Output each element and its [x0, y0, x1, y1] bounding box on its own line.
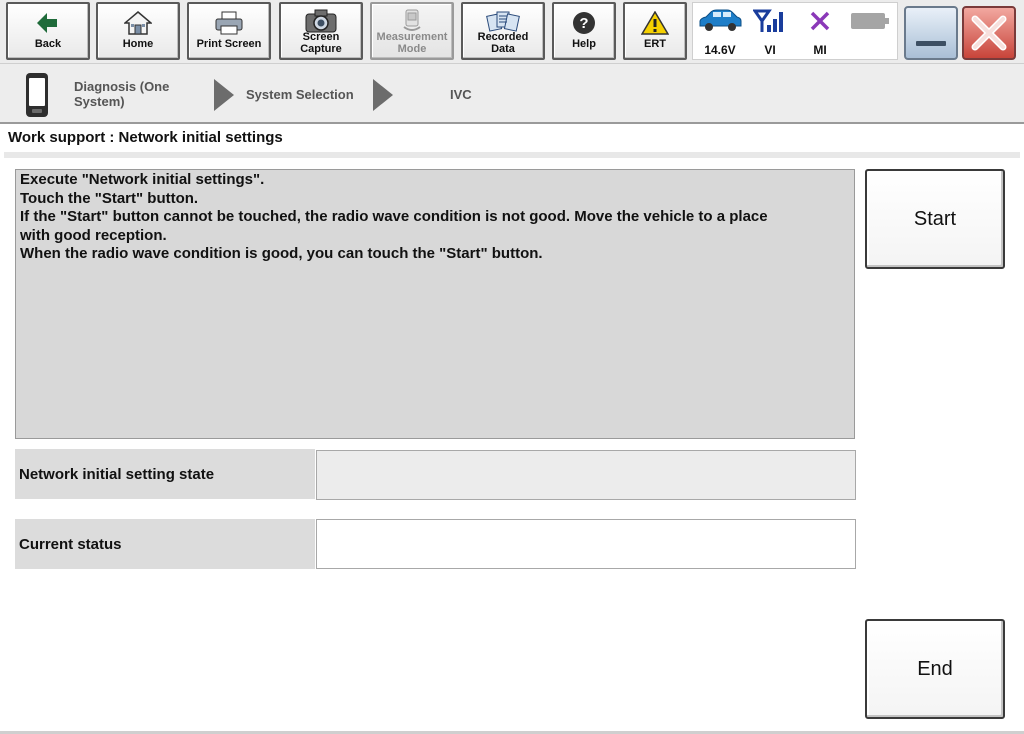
- message-line: If the "Start" button cannot be touched,…: [20, 208, 768, 226]
- message-line: When the radio wave condition is good, y…: [20, 245, 543, 263]
- home-button[interactable]: Home: [96, 2, 180, 60]
- back-button[interactable]: Back: [6, 2, 90, 60]
- toolbar: Back Home Print Screen Screen Capture Me…: [0, 0, 1024, 64]
- page-title: Work support : Network initial settings: [8, 129, 283, 146]
- help-button[interactable]: ? Help: [552, 2, 616, 60]
- breadcrumb-step-diagnosis[interactable]: Diagnosis (One System): [74, 79, 169, 109]
- network-state-label: Network initial setting state: [15, 449, 315, 499]
- recorded-data-icon: [463, 8, 543, 34]
- back-arrow-icon: [8, 10, 88, 36]
- home-icon: [98, 10, 178, 36]
- print-screen-button[interactable]: Print Screen: [187, 2, 271, 60]
- mi-x-icon: [795, 7, 845, 35]
- home-label: Home: [122, 38, 154, 50]
- breadcrumb-step-system-selection[interactable]: System Selection: [246, 87, 354, 102]
- close-button[interactable]: [962, 6, 1016, 60]
- instruction-message: Execute "Network initial settings". Touc…: [15, 169, 855, 439]
- network-state-field: [316, 450, 856, 500]
- battery-voltage-status: 14.6V: [695, 7, 745, 59]
- vi-label: VI: [764, 43, 776, 57]
- print-screen-label: Print Screen: [196, 38, 262, 50]
- breadcrumb-step-diagnosis-line2: System): [74, 94, 125, 109]
- message-line: Touch the "Start" button.: [20, 189, 199, 207]
- breadcrumb-arrow-icon: [373, 79, 393, 111]
- recorded-data-label-2: Data: [491, 43, 515, 55]
- help-icon: ?: [554, 10, 614, 36]
- current-status-label: Current status: [15, 519, 315, 569]
- status-panel: 14.6V VI MI: [692, 2, 898, 60]
- message-line: with good reception.: [20, 226, 167, 244]
- recorded-data-button[interactable]: Recorded Data: [461, 2, 545, 60]
- message-line: Execute "Network initial settings".: [20, 171, 265, 188]
- battery-status: [845, 7, 895, 59]
- current-status-field: [316, 519, 856, 569]
- breadcrumb: Diagnosis (One System) System Selection …: [0, 64, 1024, 124]
- measurement-mode-button[interactable]: Measurement Mode: [370, 2, 454, 60]
- breadcrumb-step-ivc: IVC: [450, 87, 472, 102]
- title-divider: [4, 152, 1020, 158]
- close-icon: [971, 15, 1007, 51]
- help-label: Help: [572, 38, 596, 50]
- car-icon: [695, 7, 745, 35]
- screen-capture-label-2: Capture: [300, 43, 342, 55]
- ert-label: ERT: [644, 38, 666, 50]
- mi-status: MI: [795, 7, 845, 59]
- start-button[interactable]: Start: [865, 169, 1005, 269]
- mi-label: MI: [813, 43, 827, 57]
- breadcrumb-arrow-icon: [214, 79, 234, 111]
- handheld-device-icon: [24, 72, 50, 118]
- warning-icon: [625, 10, 685, 36]
- minimize-button[interactable]: [904, 6, 958, 60]
- camera-icon: [281, 8, 361, 34]
- measurement-icon: [372, 8, 452, 34]
- breadcrumb-step-diagnosis-line1: Diagnosis (One: [74, 79, 170, 94]
- svg-text:?: ?: [579, 15, 588, 32]
- measurement-label-2: Mode: [397, 43, 427, 55]
- signal-icon: [745, 7, 795, 35]
- end-button[interactable]: End: [865, 619, 1005, 719]
- minimize-icon: [916, 41, 946, 46]
- battery-icon: [845, 7, 895, 35]
- printer-icon: [189, 10, 269, 36]
- screen-capture-button[interactable]: Screen Capture: [279, 2, 363, 60]
- vi-status: VI: [745, 7, 795, 59]
- voltage-value: 14.6V: [704, 43, 736, 57]
- ert-button[interactable]: ERT: [623, 2, 687, 60]
- back-label: Back: [34, 38, 62, 50]
